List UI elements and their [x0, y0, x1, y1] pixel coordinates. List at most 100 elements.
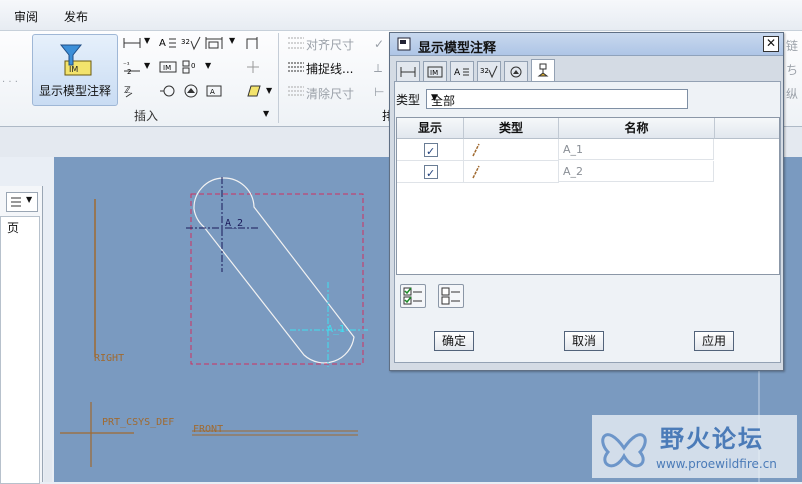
dialog-titlebar[interactable]: 显示模型注释 ✕ — [390, 33, 783, 56]
ribbon-cut-label-1[interactable]: 链 — [786, 37, 798, 54]
arrange-tool-icon-3[interactable]: ⊢ — [374, 85, 384, 99]
ribbon-overflow-dots: · · · — [2, 77, 18, 88]
show-model-annotations-button[interactable]: IM 显示模型注释 — [32, 34, 118, 106]
tab-dimensions[interactable] — [396, 61, 420, 82]
csys-label: PRT_CSYS_DEF — [102, 417, 174, 428]
menu-review[interactable]: 审阅 — [14, 8, 38, 25]
align-dims-icon — [288, 37, 304, 49]
csys-lines — [60, 402, 134, 467]
target-tool[interactable] — [243, 59, 263, 75]
type-label: 类型 — [396, 93, 421, 107]
slot-profile — [193, 177, 355, 364]
select-all-icon — [403, 287, 422, 305]
snap-lines-icon — [288, 62, 304, 72]
cosmetic-tool[interactable]: A — [204, 83, 224, 99]
balloon-tool[interactable] — [158, 83, 178, 99]
ordinate-dimension-tool[interactable]: ⁻¹ 2 — [122, 59, 142, 76]
row-type-cell — [464, 161, 559, 183]
svg-text:32: 32 — [181, 38, 190, 46]
dialog-title: 显示模型注释 — [418, 41, 497, 56]
tab-symbols[interactable] — [504, 61, 528, 82]
watermark-url: www.proewildfire.cn — [656, 457, 777, 471]
ok-button[interactable]: 确定 — [434, 331, 474, 351]
svg-text:IM: IM — [430, 69, 438, 77]
symbol-dropdown-icon[interactable]: ▼ — [205, 61, 211, 70]
note-icon: A — [159, 38, 176, 49]
front-datum-label: FRONT — [193, 424, 223, 435]
chevron-down-icon: ▼ — [431, 93, 438, 103]
show-annotations-dialog: 显示模型注释 ✕ IM A 32 类型 全部 ▼ 显示 类型 名称 A_1 A_… — [389, 32, 784, 371]
type-select[interactable]: 全部 ▼ — [426, 89, 688, 109]
tab-datums[interactable] — [531, 59, 555, 82]
edit-tool[interactable] — [243, 83, 263, 99]
arrange-tool-icon[interactable]: ✓ — [374, 37, 384, 51]
arrange-tool-icon-2[interactable]: ⟂ — [374, 61, 382, 76]
tab-surface-finish[interactable]: 32 — [477, 61, 501, 82]
tolerance-icon — [205, 37, 223, 49]
datum-tool[interactable] — [243, 35, 263, 51]
note-tool[interactable]: A — [158, 35, 178, 51]
axis-type-icon — [472, 165, 480, 179]
surface-finish-icon: 32 — [181, 36, 201, 51]
dimension-dropdown-icon[interactable]: ▼ — [144, 36, 150, 45]
col-header-name[interactable]: 名称 — [559, 118, 715, 139]
align-dims-label[interactable]: 对齐尺寸 — [306, 36, 354, 53]
weld-icon — [184, 84, 198, 98]
row-name-cell: A_2 — [559, 161, 714, 182]
svg-text:2: 2 — [127, 68, 131, 75]
tolerance-dropdown-icon[interactable]: ▼ — [229, 36, 235, 45]
weld-tool[interactable] — [181, 83, 201, 99]
target-icon — [247, 61, 259, 73]
svg-text:A: A — [210, 88, 215, 96]
insert-group-expand-icon[interactable]: ▼ — [263, 109, 269, 118]
row-show-cell — [397, 139, 464, 162]
cancel-button[interactable]: 取消 — [564, 331, 604, 351]
show-checkbox[interactable] — [424, 141, 438, 162]
ordinate-dropdown-icon[interactable]: ▼ — [144, 61, 150, 70]
close-button[interactable]: ✕ — [763, 36, 779, 52]
model-tree-panel: ▼ 页 — [0, 186, 43, 484]
surface-finish-tool[interactable]: 32 — [181, 35, 201, 51]
tab-geom-tolerance[interactable]: IM — [423, 61, 447, 82]
snap-lines-icon-btn[interactable] — [286, 59, 306, 75]
right-datum-label: RIGHT — [94, 353, 124, 364]
forum-watermark: 野火论坛 www.proewildfire.cn — [592, 415, 797, 478]
tree-view-button[interactable]: ▼ — [6, 192, 38, 212]
col-header-type[interactable]: 类型 — [464, 118, 559, 139]
show-checkbox[interactable] — [424, 163, 438, 184]
dimension-tab-icon — [400, 67, 416, 77]
snap-lines-label[interactable]: 捕捉线... — [306, 60, 353, 77]
deselect-all-icon — [441, 287, 460, 305]
ribbon-cut-label-3[interactable]: 纵 — [786, 85, 798, 102]
list-icon — [11, 197, 21, 207]
select-all-button[interactable] — [400, 284, 426, 308]
page-label: 页 — [7, 221, 20, 235]
show-annotation-small-tool[interactable]: IM — [158, 59, 178, 75]
symbol-tool[interactable]: 0 — [181, 59, 201, 75]
tolerance-tab-icon: IM — [427, 66, 443, 78]
clear-dims-icon-btn[interactable] — [286, 83, 306, 99]
dimension-tool[interactable] — [122, 35, 142, 51]
tree-view-dropdown-icon: ▼ — [26, 195, 33, 204]
tab-notes[interactable]: A — [450, 61, 474, 82]
ribbon-cut-label-2[interactable]: ち — [786, 61, 798, 78]
tree-list[interactable]: 页 — [0, 216, 40, 484]
leader-tool[interactable]: ℤ — [122, 83, 142, 99]
apply-button[interactable]: 应用 — [694, 331, 734, 351]
col-header-blank — [715, 118, 779, 139]
finish-tab-icon: 32 — [480, 65, 498, 79]
edit-dropdown-icon[interactable]: ▼ — [266, 86, 272, 95]
parallelogram-icon — [247, 85, 261, 97]
insert-group-label: 插入 — [134, 109, 159, 123]
align-dims-icon-btn[interactable] — [286, 35, 306, 51]
deselect-all-button[interactable] — [438, 284, 464, 308]
group-separator — [278, 33, 279, 123]
clear-dims-icon — [288, 86, 304, 96]
geometric-tolerance-tool[interactable] — [204, 35, 224, 51]
clear-dims-label[interactable]: 清除尺寸 — [306, 85, 354, 102]
close-icon: ✕ — [765, 36, 777, 50]
col-header-show[interactable]: 显示 — [397, 118, 464, 139]
axis-a1-label: A_1 — [327, 324, 345, 335]
menu-publish[interactable]: 发布 — [64, 8, 88, 25]
ordinate-icon: ⁻¹2 — [123, 61, 140, 76]
